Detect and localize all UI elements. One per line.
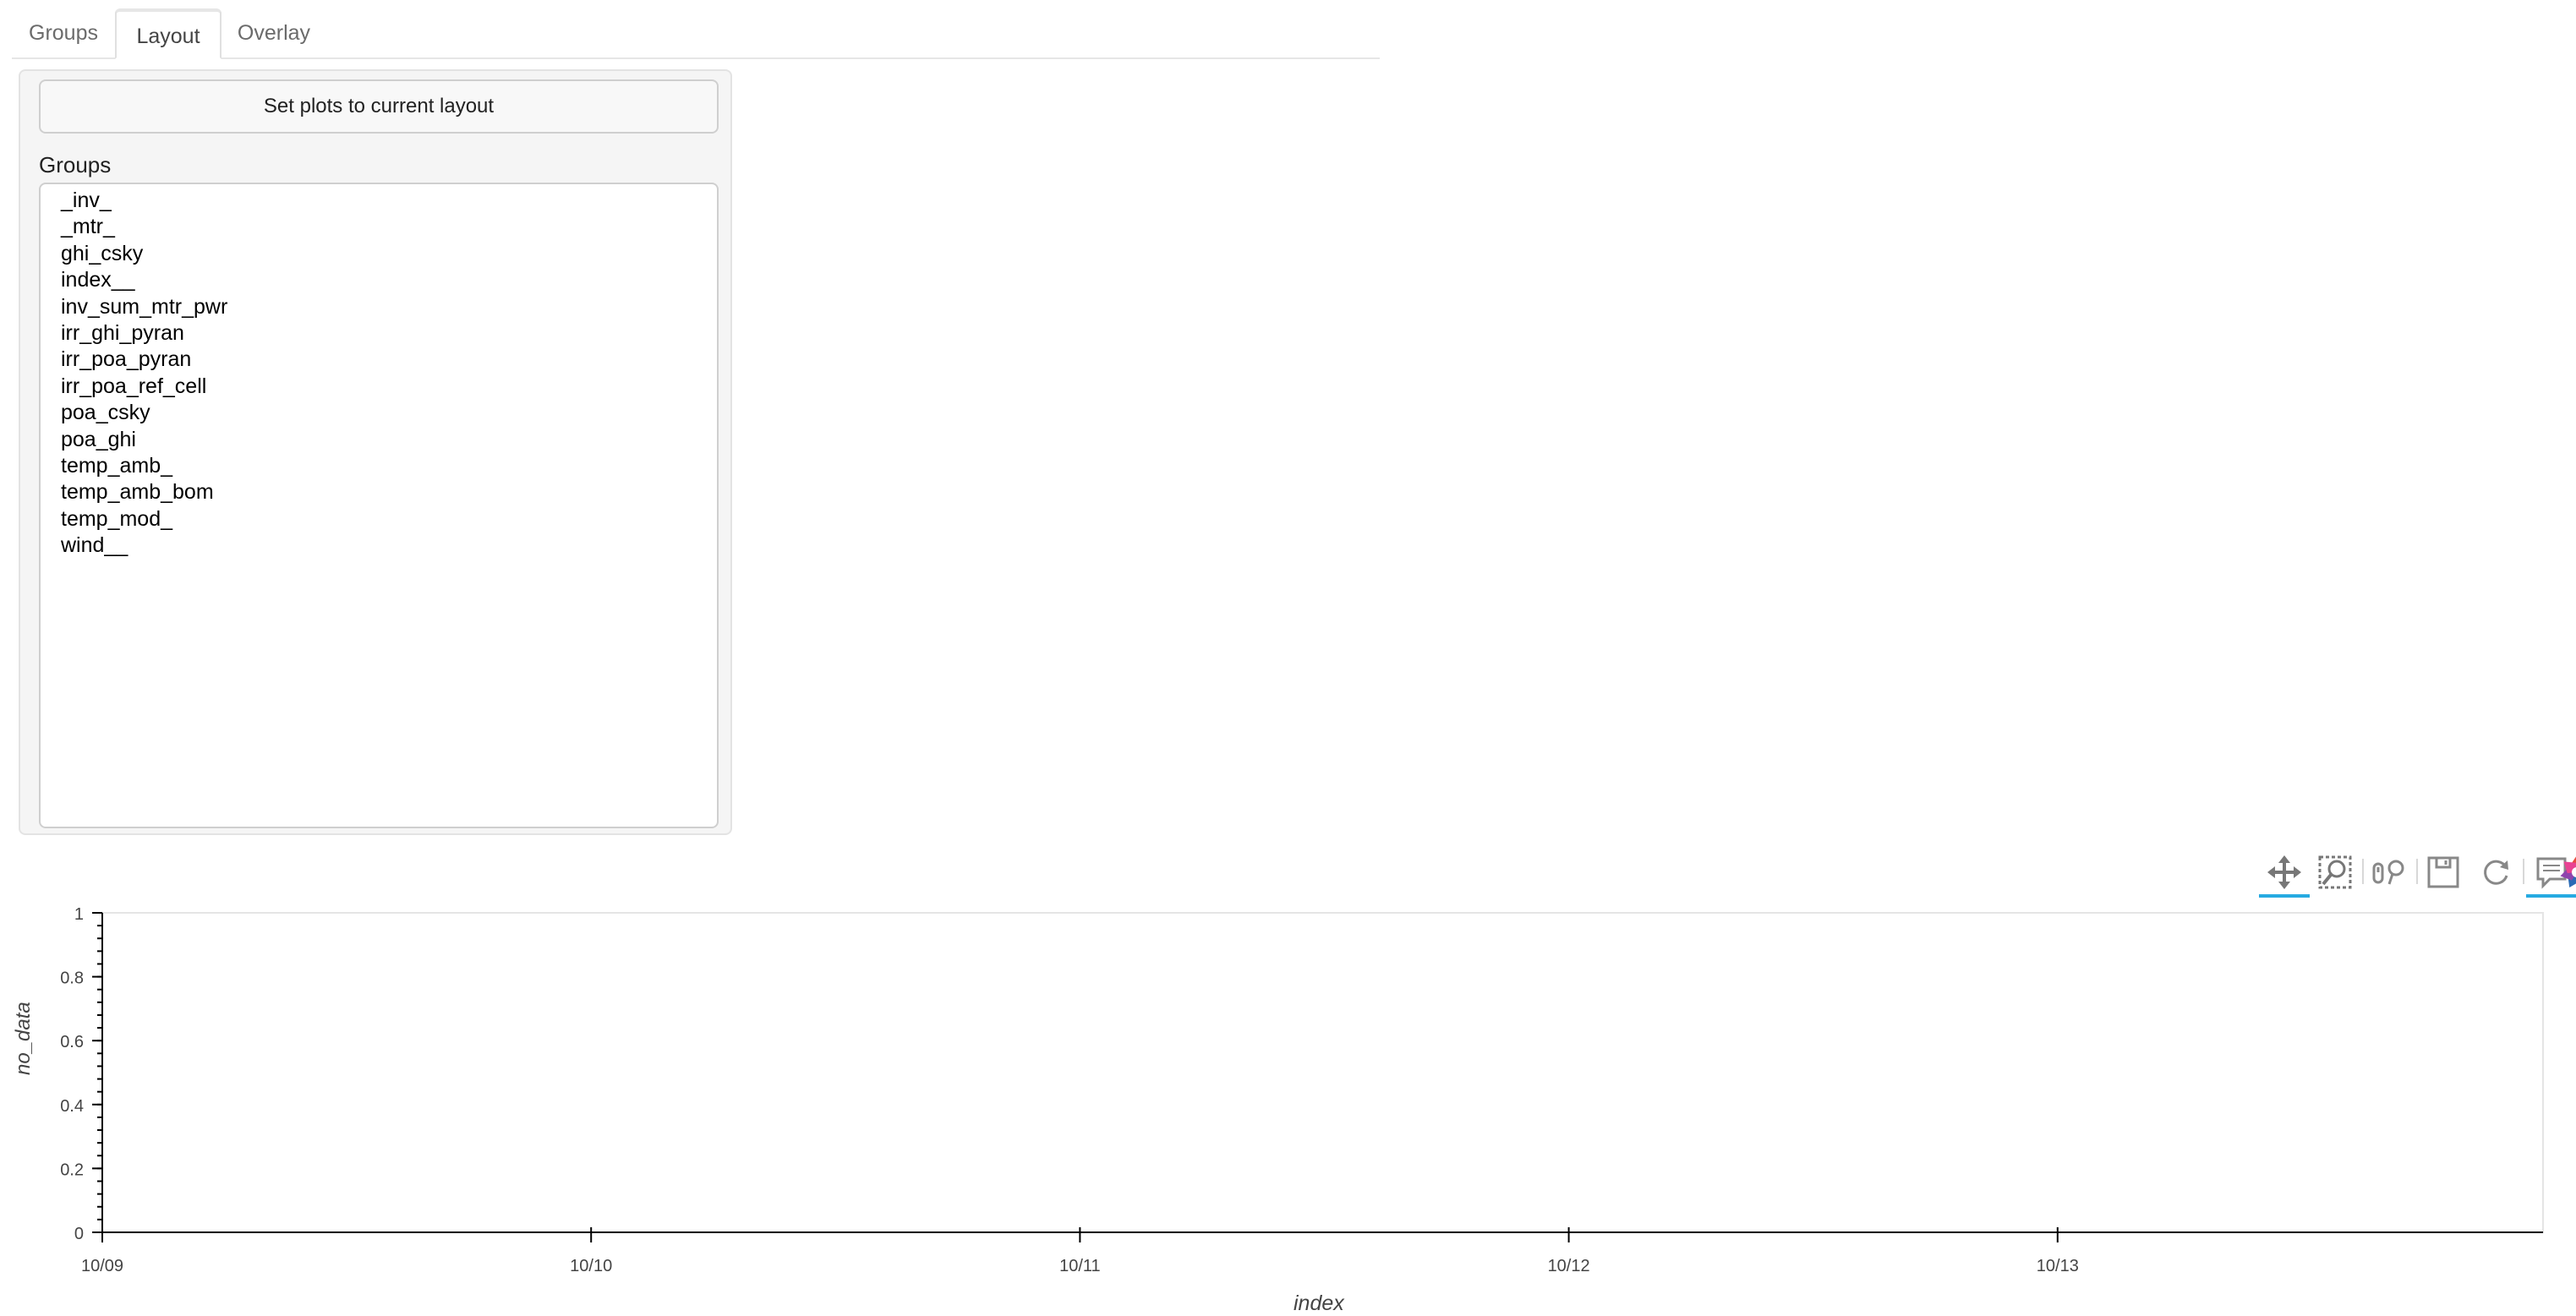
wheel-zoom-icon <box>2372 860 2404 885</box>
box-zoom-icon <box>2318 855 2352 889</box>
reset-tool-button[interactable] <box>2474 850 2518 894</box>
group-option[interactable]: _inv_ <box>61 188 112 214</box>
y-tick-label: 0 <box>74 1225 84 1243</box>
group-option[interactable]: wind__ <box>61 532 128 559</box>
groups-multiselect[interactable]: _inv_ _mtr_ ghi_csky index__ inv_sum_mtr_pwr… <box>39 183 719 828</box>
pan-tool-button[interactable] <box>2259 850 2310 898</box>
x-axis-label: index <box>1293 1291 1344 1315</box>
toolbar-separator <box>2362 859 2364 884</box>
pan-icon <box>2267 855 2301 889</box>
reset-icon <box>2484 860 2508 885</box>
tab-bar: Groups Layout Overlay <box>12 8 1380 59</box>
toolbar-separator <box>2416 859 2418 884</box>
y-axis-label: no_data <box>12 1002 35 1075</box>
group-option[interactable]: _mtr_ <box>61 214 115 240</box>
group-option[interactable]: ghi_csky <box>61 241 143 267</box>
y-tick-label: 0.6 <box>60 1033 84 1051</box>
y-tick-label: 0.8 <box>60 969 84 988</box>
y-tick-label: 0.4 <box>60 1097 84 1116</box>
toolbar-separator <box>2523 859 2524 884</box>
y-tick-label: 0.2 <box>60 1160 84 1179</box>
x-tick-label: 10/12 <box>1548 1257 1590 1275</box>
group-option[interactable]: irr_poa_pyran <box>61 347 191 373</box>
x-tick-label: 10/10 <box>570 1257 612 1275</box>
tab-overlay[interactable]: Overlay <box>222 8 326 57</box>
group-option[interactable]: inv_sum_mtr_pwr <box>61 294 227 320</box>
tab-groups[interactable]: Groups <box>12 8 115 57</box>
tab-layout[interactable]: Layout <box>115 8 222 59</box>
group-option[interactable]: index__ <box>61 267 135 293</box>
bokeh-logo-link[interactable] <box>2557 850 2576 894</box>
group-option[interactable]: irr_poa_ref_cell <box>61 374 206 400</box>
groups-label: Groups <box>39 152 112 177</box>
x-tick-label: 10/11 <box>1059 1257 1101 1275</box>
plot-area[interactable]: 0 0.2 0.4 0.6 0.8 1 10/09 10/10 10/11 10/12 10/13 <box>0 896 2576 1293</box>
y-tick-label: 1 <box>74 905 84 924</box>
save-icon <box>2427 856 2459 888</box>
group-option[interactable]: poa_ghi <box>61 427 136 453</box>
x-tick-label: 10/13 <box>2037 1257 2079 1275</box>
x-tick-label: 10/09 <box>81 1257 123 1275</box>
set-plots-to-current-layout-button[interactable]: Set plots to current layout <box>39 79 719 134</box>
group-option[interactable]: temp_amb_bom <box>61 479 214 505</box>
save-tool-button[interactable] <box>2421 850 2465 894</box>
bokeh-logo-icon <box>2560 856 2576 887</box>
wheel-zoom-tool-button[interactable] <box>2367 850 2411 894</box>
group-option[interactable]: temp_mod_ <box>61 506 172 532</box>
plot-frame <box>101 912 2544 1233</box>
group-option[interactable]: poa_csky <box>61 400 150 426</box>
group-option[interactable]: irr_ghi_pyran <box>61 320 184 347</box>
box-zoom-tool-button[interactable] <box>2313 850 2357 894</box>
layout-panel: Set plots to current layout Groups _inv_… <box>19 69 732 835</box>
group-option[interactable]: temp_amb_ <box>61 453 172 479</box>
